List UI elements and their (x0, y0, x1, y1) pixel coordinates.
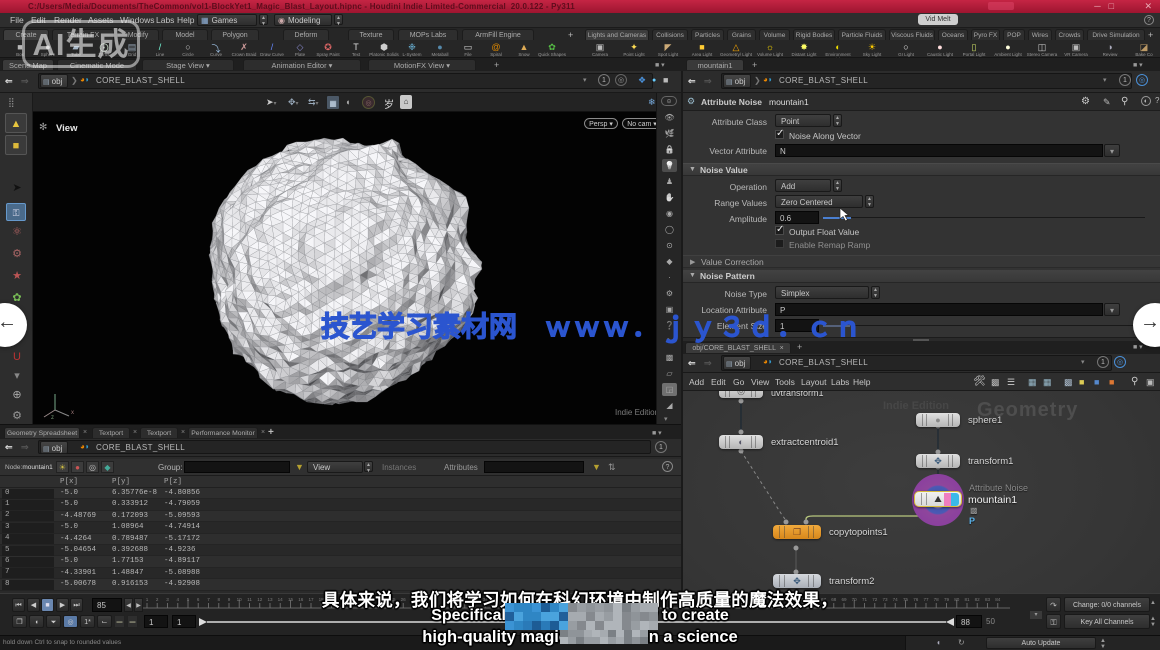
svg-text:x: x (71, 410, 74, 416)
svg-text:z: z (51, 415, 54, 420)
